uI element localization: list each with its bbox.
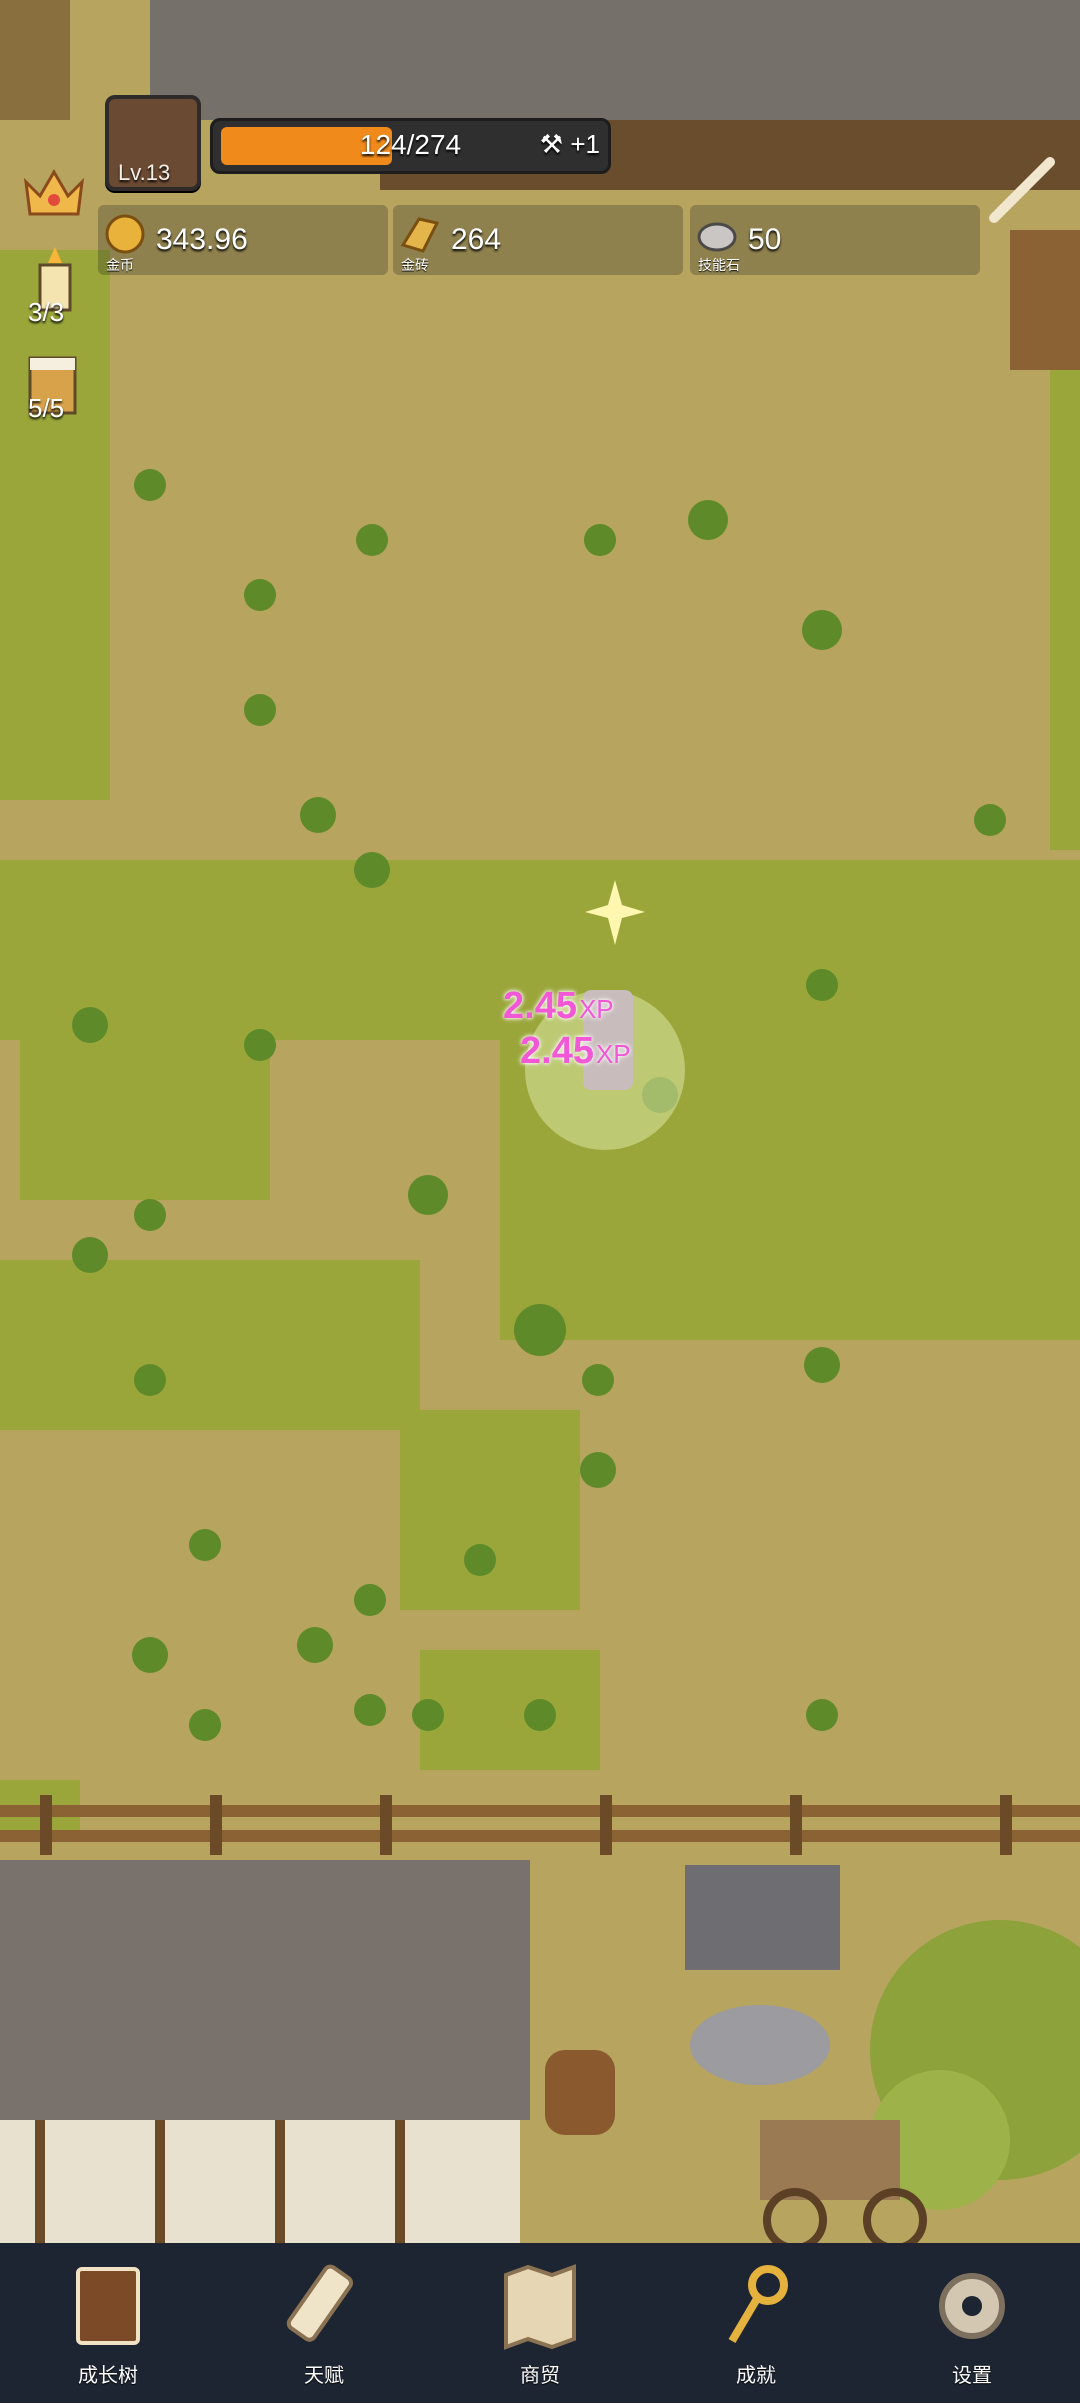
xp-bonus: ⚒ +1 bbox=[540, 129, 600, 160]
nav-settings[interactable]: 设置 bbox=[902, 2243, 1042, 2403]
resource-value: 343.96 bbox=[156, 223, 248, 256]
player-level: Lv.13 bbox=[118, 160, 171, 185]
farm-map[interactable] bbox=[0, 0, 1080, 2243]
resource-gold-brick[interactable]: 264 金砖 bbox=[393, 205, 683, 275]
resource-value: 264 bbox=[451, 223, 502, 256]
resource-label: 金币 bbox=[106, 257, 134, 273]
resource-label: 金砖 bbox=[401, 257, 429, 273]
nav-label: 设置 bbox=[952, 2365, 992, 2387]
resource-value: 50 bbox=[748, 223, 782, 256]
nav-label: 成长树 bbox=[78, 2365, 138, 2387]
crown-icon[interactable] bbox=[22, 162, 86, 222]
nav-achievement[interactable]: 成就 bbox=[686, 2243, 826, 2403]
xp-bonus-value: +1 bbox=[570, 129, 600, 159]
nav-trade[interactable]: 商贸 bbox=[470, 2243, 610, 2403]
hammer-icon: ⚒ bbox=[539, 129, 564, 159]
gold-coin-icon bbox=[105, 214, 145, 254]
resource-skill-stone[interactable]: 50 技能石 bbox=[690, 205, 980, 275]
scroll-icon bbox=[286, 2264, 354, 2342]
xp-popup-unit: XP bbox=[578, 994, 614, 1024]
resource-label: 技能石 bbox=[698, 257, 740, 273]
skill-stone-icon bbox=[697, 222, 737, 252]
book-icon bbox=[76, 2267, 140, 2345]
gear-icon bbox=[939, 2273, 1005, 2339]
xp-popup: 2.45XP bbox=[520, 1030, 631, 1073]
nav-talent[interactable]: 天赋 bbox=[254, 2243, 394, 2403]
key-icon bbox=[728, 2265, 788, 2344]
resource-gold-coin[interactable]: 343.96 金币 bbox=[98, 205, 388, 275]
gold-brick-icon bbox=[400, 217, 440, 253]
xp-popup: 2.45XP bbox=[503, 985, 614, 1028]
nav-label: 成就 bbox=[736, 2365, 776, 2387]
bone-icon[interactable] bbox=[982, 150, 1062, 230]
xp-popup-value: 2.45 bbox=[520, 1030, 594, 1072]
map-icon bbox=[504, 2264, 576, 2350]
xp-popup-value: 2.45 bbox=[503, 985, 577, 1027]
xp-popup-unit: XP bbox=[595, 1039, 631, 1069]
candle-count: 3/3 bbox=[28, 297, 65, 327]
beer-count: 5/5 bbox=[28, 393, 65, 423]
xp-bar: 124/274 ⚒ +1 bbox=[210, 118, 611, 174]
nav-growth-tree[interactable]: 成长树 bbox=[38, 2243, 178, 2403]
nav-label: 天赋 bbox=[304, 2365, 344, 2387]
nav-label: 商贸 bbox=[520, 2365, 560, 2387]
bottom-nav: 成长树 天赋 商贸 成就 设置 bbox=[0, 2243, 1080, 2403]
